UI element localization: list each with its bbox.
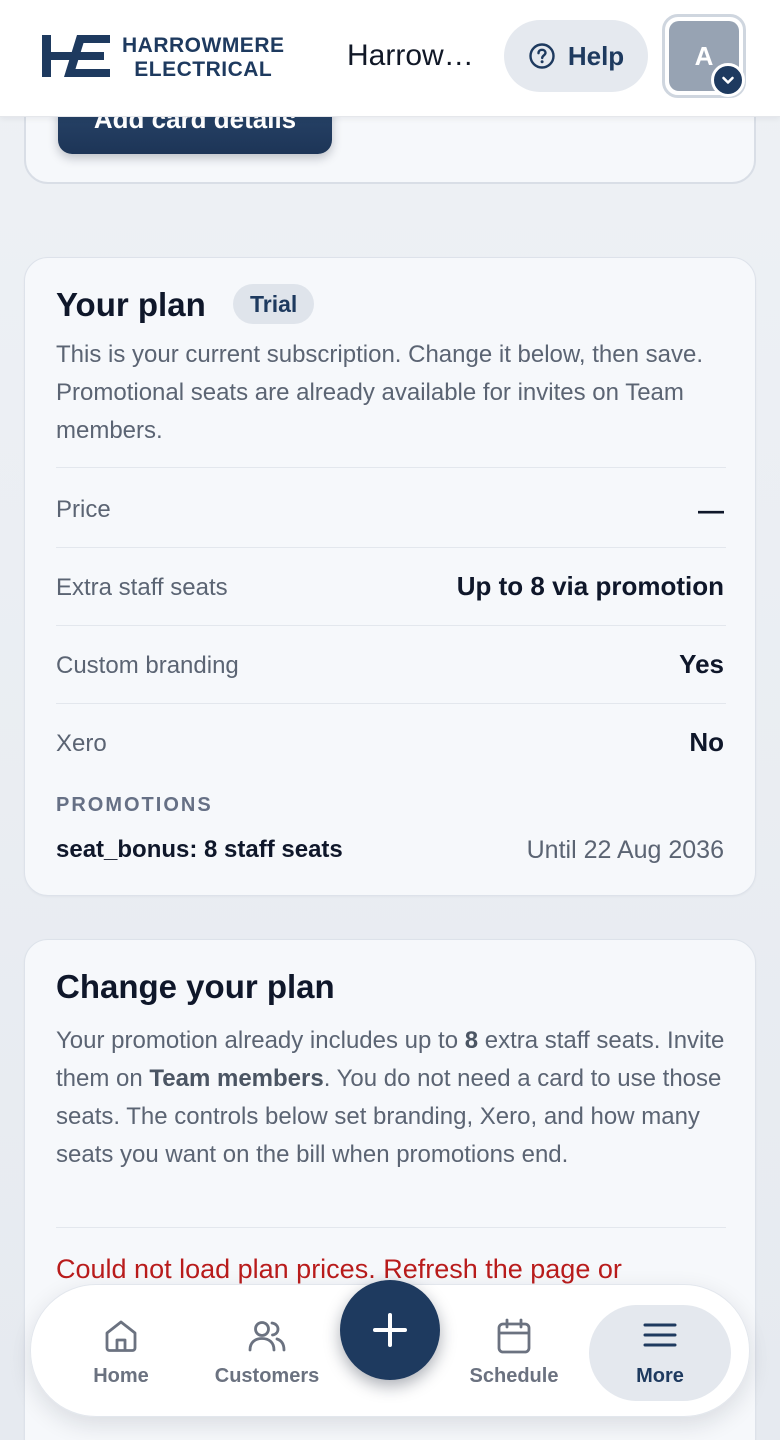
promotions-heading: PROMOTIONS bbox=[56, 794, 213, 816]
change-plan-title: Change your plan bbox=[56, 968, 335, 1005]
brand-logo-icon[interactable] bbox=[40, 33, 112, 79]
divider bbox=[56, 467, 726, 468]
organization-name[interactable]: Harrowmere Electrical bbox=[347, 36, 487, 76]
create-new-button[interactable] bbox=[340, 1280, 440, 1380]
promotion-name: seat_bonus: 8 staff seats bbox=[56, 836, 343, 863]
price-value: — bbox=[698, 495, 724, 525]
help-circle-icon bbox=[529, 43, 555, 69]
divider bbox=[56, 547, 726, 548]
divider bbox=[56, 1227, 726, 1228]
custom-branding-label: Custom branding bbox=[56, 652, 239, 679]
plan-description: This is your current subscription. Chang… bbox=[56, 341, 703, 444]
desc-seat-count: 8 bbox=[464, 1027, 479, 1054]
nav-home-label: Home bbox=[93, 1365, 149, 1387]
nav-more-label: More bbox=[636, 1365, 684, 1387]
brand-name-line2: ELECTRICAL bbox=[134, 58, 273, 81]
divider bbox=[56, 625, 726, 626]
change-plan-description: Your promotion already includes up to 8 … bbox=[56, 1022, 736, 1174]
divider bbox=[56, 703, 726, 704]
nav-home[interactable]: Home bbox=[46, 1305, 196, 1401]
nav-customers-label: Customers bbox=[214, 1365, 320, 1387]
menu-icon bbox=[643, 1323, 677, 1347]
chevron-down-icon bbox=[711, 63, 745, 97]
custom-branding-value: Yes bbox=[679, 649, 724, 679]
nav-schedule[interactable]: Schedule bbox=[439, 1305, 589, 1401]
plus-icon bbox=[373, 1313, 407, 1347]
xero-value: No bbox=[689, 727, 724, 757]
extra-seats-label: Extra staff seats bbox=[56, 574, 228, 601]
your-plan-card: Your plan Trial This is your current sub… bbox=[24, 257, 756, 896]
help-label: Help bbox=[567, 40, 625, 71]
nav-customers[interactable]: Customers bbox=[192, 1305, 342, 1401]
xero-label: Xero bbox=[56, 730, 107, 757]
promotion-expiry: Until 22 Aug 2036 bbox=[526, 836, 724, 864]
brand-name-line1: HARROWMERE bbox=[122, 34, 285, 57]
plan-status-badge: Trial bbox=[233, 284, 315, 324]
home-icon bbox=[105, 1320, 137, 1352]
calendar-icon bbox=[497, 1318, 531, 1354]
nav-schedule-label: Schedule bbox=[469, 1365, 559, 1387]
team-members-link[interactable]: Team members bbox=[149, 1065, 323, 1092]
brand-name: HARROWMERE ELECTRICAL bbox=[122, 34, 285, 82]
price-label: Price bbox=[56, 496, 111, 523]
desc-text: Your promotion already includes up to bbox=[56, 1027, 465, 1054]
users-icon bbox=[248, 1321, 286, 1352]
account-menu-button[interactable]: A bbox=[662, 14, 746, 98]
help-button[interactable]: Help bbox=[504, 20, 648, 92]
nav-more[interactable]: More bbox=[589, 1305, 731, 1401]
plan-title: Your plan bbox=[56, 286, 206, 323]
app-header: HARROWMERE ELECTRICAL Harrowmere Electri… bbox=[0, 0, 780, 117]
extra-seats-value: Up to 8 via promotion bbox=[456, 571, 724, 601]
